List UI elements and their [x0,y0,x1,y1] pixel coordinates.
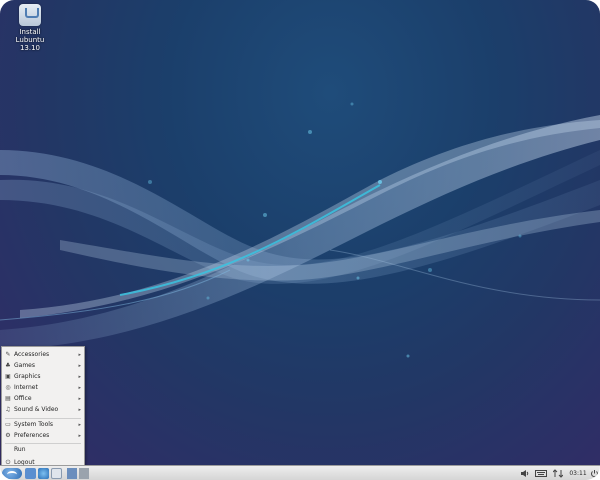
menu-item-label: Games [14,362,35,369]
power-icon[interactable] [590,469,599,478]
office-icon: ▤ [5,395,11,402]
submenu-arrow-icon: ▸ [78,422,81,428]
preferences-icon: ⚙ [5,432,11,439]
desktop[interactable]: Install Lubuntu 13.10 [0,0,600,465]
menu-item-system-tools[interactable]: ▭ System Tools ▸ [2,420,84,430]
menu-item-internet[interactable]: ◎ Internet ▸ [2,383,84,393]
menu-item-accessories[interactable]: ✎ Accessories ▸ [2,350,84,360]
menu-item-label: Preferences [14,432,50,439]
workspace-1-button[interactable] [67,468,77,479]
submenu-arrow-icon: ▸ [78,396,81,402]
start-menu-button[interactable] [2,468,22,479]
menu-separator [5,443,81,444]
show-desktop-icon[interactable] [51,468,62,479]
menu-item-graphics[interactable]: ▣ Graphics ▸ [2,372,84,382]
accessories-icon: ✎ [5,351,11,358]
desktop-icon-label-line2: Lubuntu 13.10 [15,36,45,52]
graphics-icon: ▣ [5,373,11,380]
menu-item-label: System Tools [14,421,54,428]
installer-icon [19,4,41,26]
submenu-arrow-icon: ▸ [78,385,81,391]
system-tools-icon: ▭ [5,421,11,428]
taskbar: 03:11 [0,465,600,480]
submenu-arrow-icon: ▸ [78,374,81,380]
workspace-2-button[interactable] [79,468,89,479]
menu-item-label: Accessories [14,351,50,358]
volume-icon[interactable] [520,469,530,478]
menu-item-preferences[interactable]: ⚙ Preferences ▸ [2,431,84,441]
menu-item-label: Internet [14,384,38,391]
menu-item-label: Office [14,395,32,402]
web-browser-launcher-icon[interactable] [38,468,49,479]
network-icon[interactable] [552,469,564,478]
submenu-arrow-icon: ▸ [78,433,81,439]
submenu-arrow-icon: ▸ [78,352,81,358]
menu-item-run[interactable]: Run [2,445,84,455]
menu-item-label: Graphics [14,373,41,380]
clock[interactable]: 03:11 [568,468,588,479]
games-icon: ♣ [5,362,11,369]
menu-item-label: Sound & Video [14,406,59,413]
wallpaper [0,102,600,358]
menu-item-games[interactable]: ♣ Games ▸ [2,361,84,371]
desktop-icon-label-line1: Install [19,28,41,36]
file-manager-launcher-icon[interactable] [25,468,36,479]
internet-icon: ◎ [5,384,11,391]
install-lubuntu-desktop-icon[interactable]: Install Lubuntu 13.10 [10,4,50,52]
screen: Install Lubuntu 13.10 ✎ Accessories ▸ ♣ … [0,0,600,480]
menu-item-label: Run [14,446,26,453]
menu-item-sound-video[interactable]: ♫ Sound & Video ▸ [2,405,84,415]
menu-separator [5,418,81,419]
menu-item-office[interactable]: ▤ Office ▸ [2,394,84,404]
sound-video-icon: ♫ [5,406,11,413]
submenu-arrow-icon: ▸ [78,407,81,413]
submenu-arrow-icon: ▸ [78,363,81,369]
desktop-icon-label: Install Lubuntu 13.10 [10,28,50,52]
start-menu: ✎ Accessories ▸ ♣ Games ▸ ▣ Graphics ▸ ◎… [1,346,85,470]
keyboard-icon[interactable] [535,469,547,478]
